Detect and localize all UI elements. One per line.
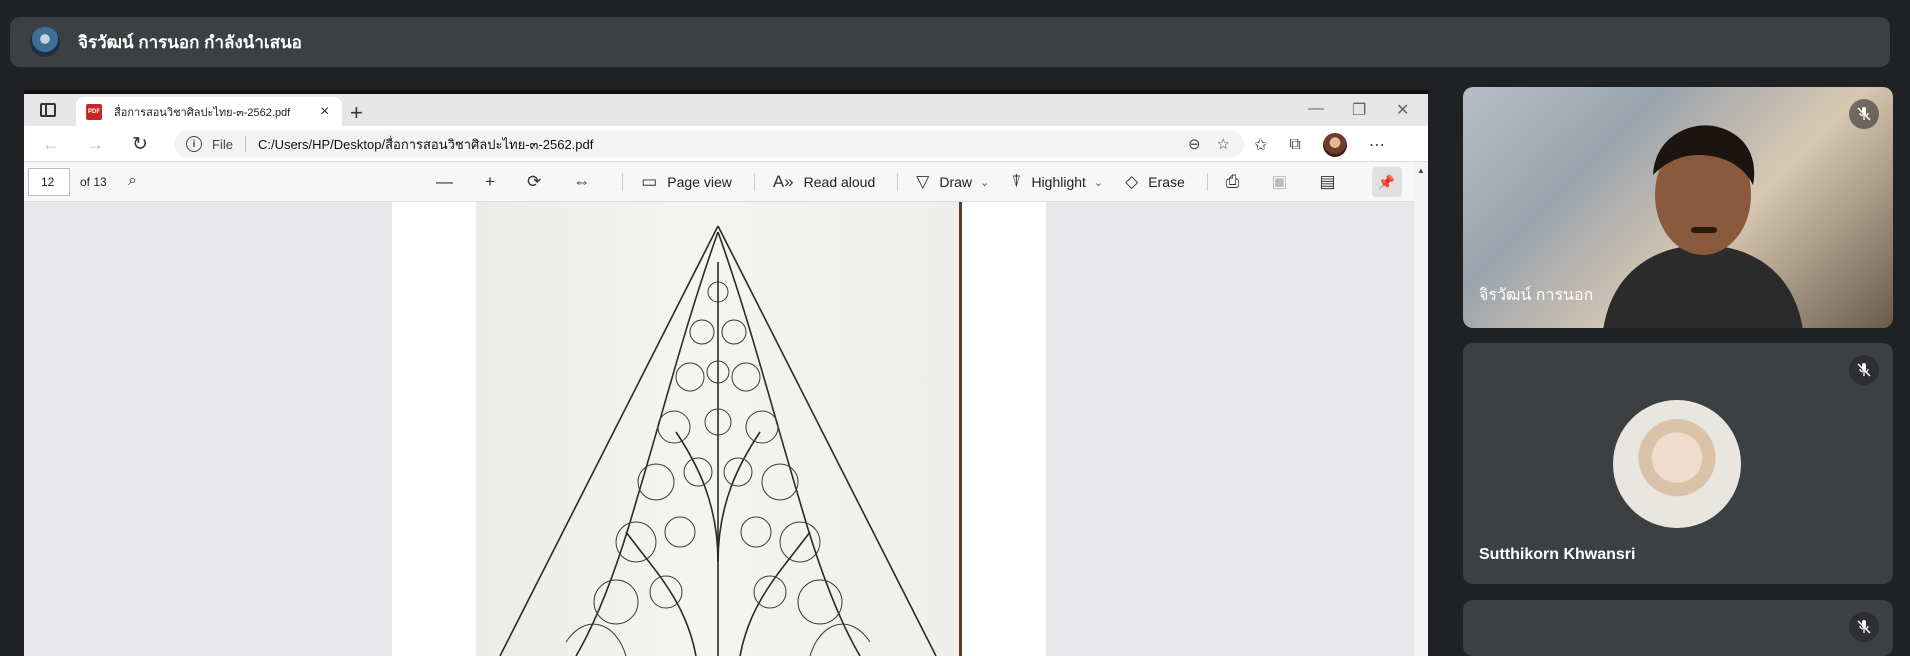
erase-button[interactable]: ◇ Erase: [1125, 172, 1185, 192]
back-icon[interactable]: ←: [42, 134, 60, 155]
divider: [1206, 173, 1208, 191]
new-tab-icon[interactable]: +: [350, 100, 363, 126]
close-tab-icon[interactable]: ×: [320, 103, 329, 121]
save-button[interactable]: ▣: [1271, 172, 1297, 192]
pdf-page: [392, 202, 1046, 656]
divider: [897, 173, 899, 191]
meeting-stage: จิรวัฒน์ การนอก กำลังนำเสนอ PDF สื่อการส…: [0, 0, 1910, 656]
participant-avatar: [1613, 400, 1741, 528]
chevron-down-icon[interactable]: ⌄: [1094, 176, 1103, 189]
zoom-out-icon[interactable]: ⊖: [1188, 135, 1201, 153]
draw-button[interactable]: ▽ Draw ⌄: [916, 172, 989, 192]
save-icon: ▣: [1271, 172, 1288, 191]
favorites-icon[interactable]: ✩: [1254, 135, 1267, 155]
presenter-text: จิรวัฒน์ การนอก กำลังนำเสนอ: [78, 32, 302, 52]
file-label: File: [212, 136, 233, 152]
scrollbar[interactable]: ▲: [1414, 162, 1428, 656]
shared-screen: PDF สื่อการสอนวิชาศิลปะไทย-๓-2562.pdf × …: [24, 90, 1428, 656]
divider: [753, 173, 755, 191]
pin-toolbar-button[interactable]: 📌: [1371, 167, 1402, 197]
pin-icon: 📌: [1377, 173, 1396, 190]
presenter-avatar: [30, 27, 60, 57]
read-aloud-button[interactable]: A» Read aloud: [773, 172, 875, 192]
divider: [244, 136, 246, 152]
profile-avatar[interactable]: [1322, 133, 1347, 157]
info-icon[interactable]: i: [186, 136, 202, 152]
tab-title: สื่อการสอนวิชาศิลปะไทย-๓-2562.pdf: [114, 107, 291, 119]
participant-tile[interactable]: จิรวัฒน์ การนอก: [1463, 87, 1893, 328]
save-as-icon: ▤: [1319, 172, 1336, 191]
read-aloud-label: Read aloud: [803, 174, 876, 190]
participant-name: Sutthikorn Khwansri: [1479, 546, 1636, 563]
highlight-label: Highlight: [1031, 174, 1086, 190]
scroll-up-icon[interactable]: ▲: [1417, 166, 1425, 175]
draw-label: Draw: [939, 174, 973, 190]
zoom-in-button[interactable]: +: [485, 172, 505, 192]
muted-mic-icon: [1849, 612, 1879, 642]
close-window-icon[interactable]: ✕: [1396, 100, 1409, 120]
more-icon[interactable]: ⋯: [1369, 135, 1385, 155]
pdf-file-icon: PDF: [86, 104, 102, 120]
add-favorite-icon[interactable]: ☆: [1217, 135, 1230, 153]
forward-icon[interactable]: →: [86, 134, 104, 155]
page-photo: [476, 202, 962, 656]
divider: [622, 173, 624, 191]
erase-label: Erase: [1148, 174, 1185, 190]
rotate-icon: ⟳: [526, 172, 542, 191]
draw-icon: ▽: [916, 172, 930, 191]
read-aloud-icon: A»: [772, 172, 794, 191]
minus-icon: —: [436, 172, 453, 191]
page-view-button[interactable]: ▭ Page view: [641, 172, 732, 192]
participant-video: [1603, 125, 1803, 328]
participant-tile[interactable]: Sutthikorn Khwansri: [1463, 343, 1893, 584]
presenter-banner: จิรวัฒน์ การนอก กำลังนำเสนอ: [10, 17, 1890, 67]
reload-icon[interactable]: ↻: [132, 133, 148, 156]
pdf-tools: — + ⟳ ⇔ ▭ Page view A» Read aloud ▽ Draw ⌄ ⍒…: [436, 162, 1402, 202]
highlight-button[interactable]: ⍒ Highlight ⌄: [1011, 172, 1103, 192]
plus-icon: +: [485, 172, 495, 191]
fit-page-icon: ⇔: [573, 172, 591, 191]
page-number-input[interactable]: 12: [28, 168, 70, 196]
chevron-down-icon[interactable]: ⌄: [980, 176, 989, 189]
muted-mic-icon: [1849, 355, 1879, 385]
address-bar-row: ← → ↻ i File C:/Users/HP/Desktop/สื่อการ…: [24, 126, 1428, 162]
participant-tile[interactable]: [1463, 600, 1893, 656]
participant-name: จิรวัฒน์ การนอก: [1479, 287, 1594, 304]
restore-icon[interactable]: ❐: [1352, 100, 1366, 120]
save-as-button[interactable]: ▤: [1319, 172, 1345, 192]
tab-actions-icon[interactable]: [40, 103, 56, 117]
address-bar[interactable]: i File C:/Users/HP/Desktop/สื่อการสอนวิช…: [174, 130, 1244, 158]
collections-icon[interactable]: ⧉: [1289, 136, 1300, 154]
highlight-icon: ⍒: [1011, 172, 1022, 191]
muted-mic-icon: [1849, 99, 1879, 129]
page-total: of 13: [80, 175, 107, 189]
pdf-viewer[interactable]: [24, 202, 1428, 656]
search-icon[interactable]: ⌕: [128, 172, 137, 190]
minimize-icon[interactable]: —: [1308, 100, 1324, 118]
print-button[interactable]: ⎙: [1226, 172, 1250, 192]
page-view-icon: ▭: [641, 172, 658, 191]
print-icon: ⎙: [1225, 172, 1240, 191]
eraser-icon: ◇: [1125, 172, 1139, 191]
fit-page-button[interactable]: ⇔: [573, 172, 600, 192]
url-text[interactable]: C:/Users/HP/Desktop/สื่อการสอนวิชาศิลปะไ…: [258, 134, 593, 155]
browser-tab[interactable]: PDF สื่อการสอนวิชาศิลปะไทย-๓-2562.pdf ×: [76, 97, 342, 127]
pdf-toolbar: 12 of 13 ⌕ — + ⟳ ⇔ ▭ Page view A» Read alo…: [24, 162, 1428, 202]
rotate-button[interactable]: ⟳: [527, 172, 551, 192]
thai-pattern-drawing: [499, 225, 937, 656]
browser-tab-bar: PDF สื่อการสอนวิชาศิลปะไทย-๓-2562.pdf × …: [24, 90, 1428, 127]
zoom-out-button[interactable]: —: [436, 172, 463, 192]
page-view-label: Page view: [667, 174, 732, 190]
